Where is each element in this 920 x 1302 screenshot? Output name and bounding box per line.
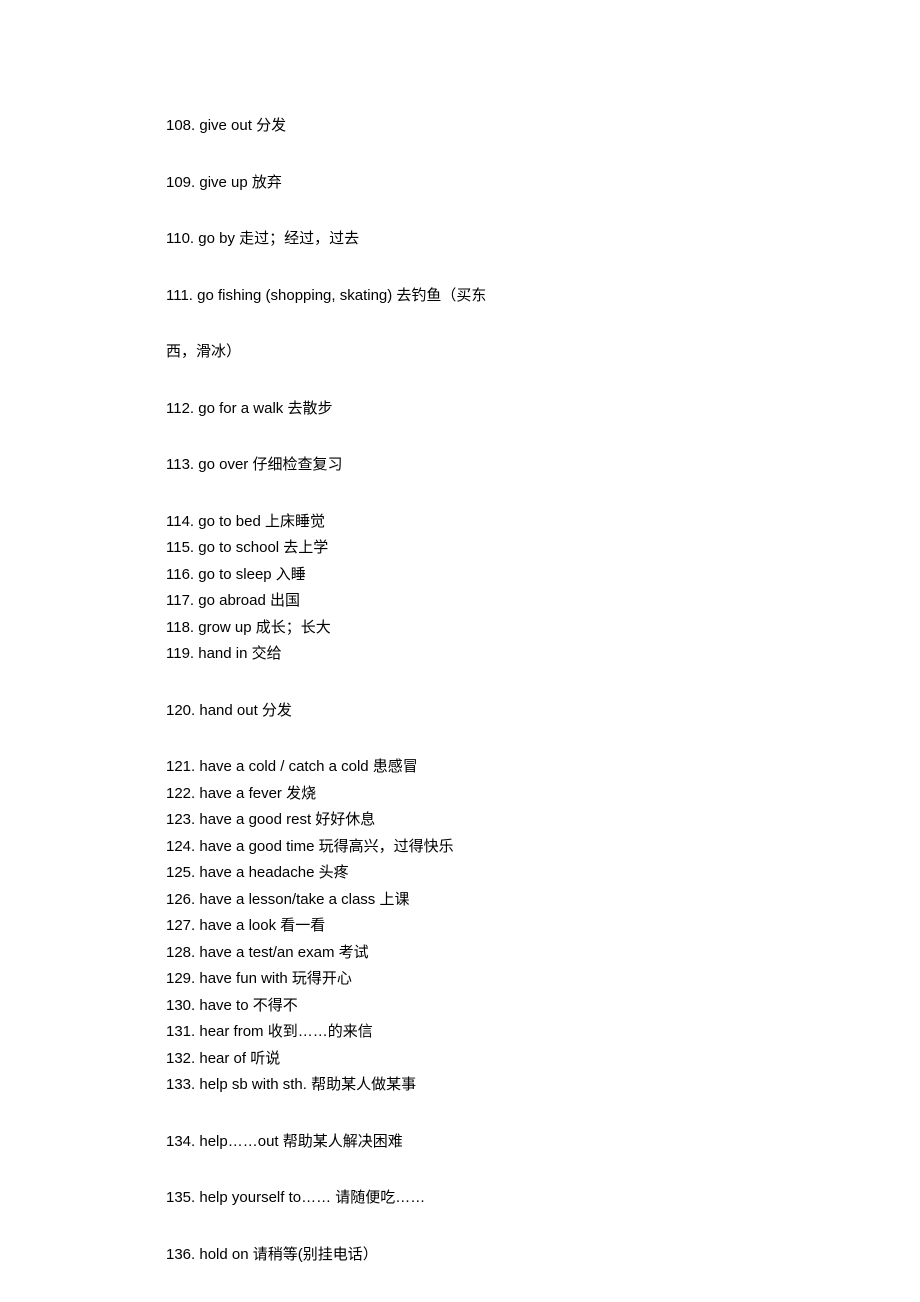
vocab-entry: 114. go to bed 上床睡觉 <box>166 509 920 536</box>
vocab-entry: 131. hear from 收到……的来信 <box>166 1019 920 1046</box>
vocab-entry: 113. go over 仔细检查复习 <box>166 452 920 479</box>
vocab-entry: 109. give up 放弃 <box>166 170 920 197</box>
vocab-entry: 136. hold on 请稍等(别挂电话） <box>166 1242 920 1269</box>
vocab-entry: 110. go by 走过；经过，过去 <box>166 226 920 253</box>
vocab-entry: 125. have a headache 头疼 <box>166 860 920 887</box>
vocab-entry: 115. go to school 去上学 <box>166 535 920 562</box>
vocab-entry: 111. go fishing (shopping, skating) 去钓鱼（… <box>166 283 920 310</box>
vocab-entry: 135. help yourself to…… 请随便吃…… <box>166 1185 920 1212</box>
vocab-entry: 116. go to sleep 入睡 <box>166 562 920 589</box>
vocab-entry: 124. have a good time 玩得高兴，过得快乐 <box>166 834 920 861</box>
vocab-entry: 134. help……out 帮助某人解决困难 <box>166 1129 920 1156</box>
vocab-entry: 119. hand in 交给 <box>166 641 920 668</box>
vocab-entry: 121. have a cold / catch a cold 患感冒 <box>166 754 920 781</box>
vocab-entry: 132. hear of 听说 <box>166 1046 920 1073</box>
vocab-entry-continuation: 西，滑冰） <box>166 339 920 366</box>
vocab-entry: 129. have fun with 玩得开心 <box>166 966 920 993</box>
vocab-entry: 112. go for a walk 去散步 <box>166 396 920 423</box>
vocab-entry: 117. go abroad 出国 <box>166 588 920 615</box>
vocab-entry: 128. have a test/an exam 考试 <box>166 940 920 967</box>
vocab-entry: 130. have to 不得不 <box>166 993 920 1020</box>
vocab-entry: 118. grow up 成长；长大 <box>166 615 920 642</box>
vocab-entry: 133. help sb with sth. 帮助某人做某事 <box>166 1072 920 1099</box>
vocab-entry: 108. give out 分发 <box>166 113 920 140</box>
vocab-entry: 120. hand out 分发 <box>166 698 920 725</box>
vocab-entry: 123. have a good rest 好好休息 <box>166 807 920 834</box>
vocabulary-list: 108. give out 分发 109. give up 放弃 110. go b… <box>166 113 920 1268</box>
vocab-entry: 126. have a lesson/take a class 上课 <box>166 887 920 914</box>
vocab-entry: 122. have a fever 发烧 <box>166 781 920 808</box>
vocab-entry: 127. have a look 看一看 <box>166 913 920 940</box>
